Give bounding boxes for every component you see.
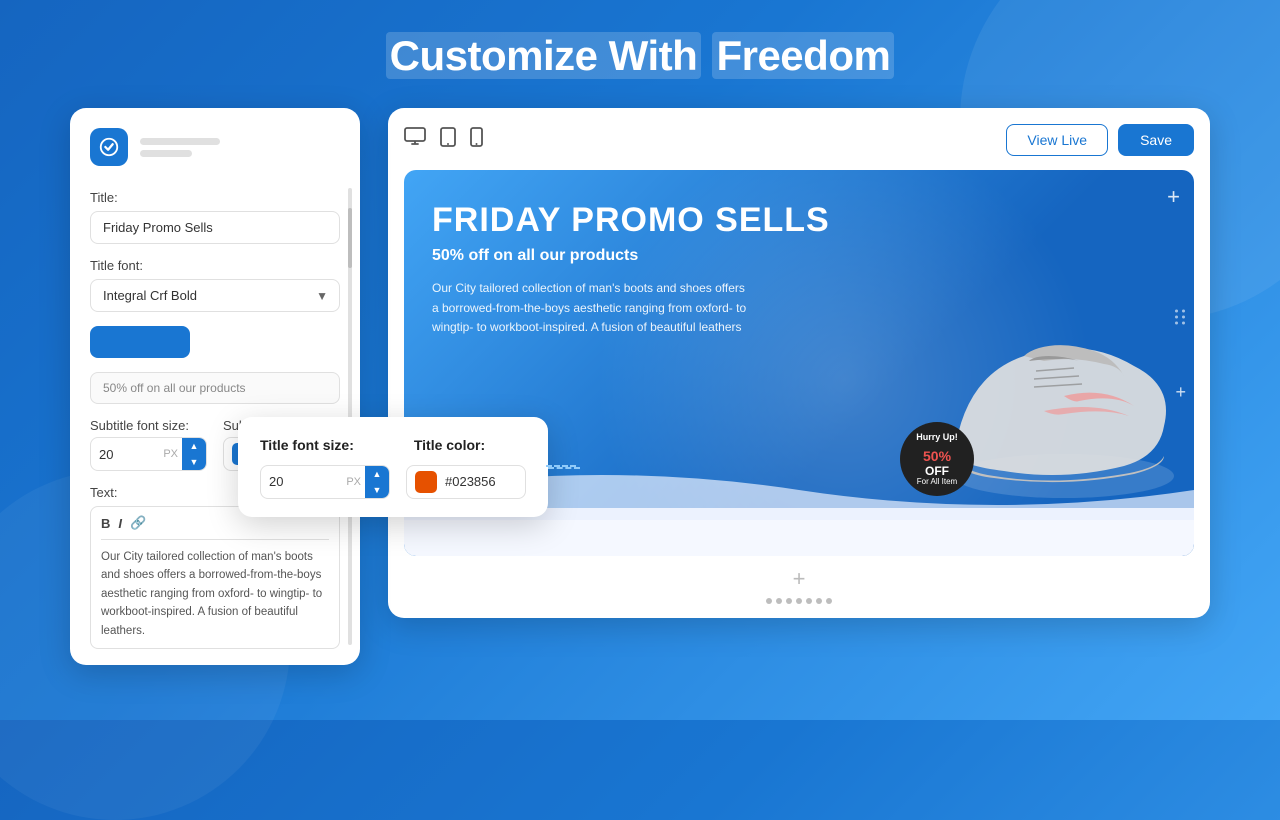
stepper-buttons[interactable]: ▲ ▼	[365, 466, 389, 498]
plus-mid-right-icon[interactable]: +	[1175, 382, 1186, 403]
title-color-hex: #023856	[445, 474, 496, 489]
dot	[1175, 321, 1178, 324]
italic-btn[interactable]: I	[118, 515, 122, 531]
subtitle-decrement-btn[interactable]: ▼	[182, 454, 206, 470]
subtitle-font-size-value: 20	[91, 447, 163, 462]
subtitle-px-unit: PX	[163, 448, 182, 460]
nav-dot	[766, 598, 772, 604]
subtitle-font-size-stepper: 20 PX ▲ ▼	[90, 437, 207, 471]
tablet-icon[interactable]	[440, 127, 456, 153]
header-line-1	[140, 138, 220, 145]
bold-btn[interactable]: B	[101, 515, 110, 531]
banner-content: FRIDAY PROMO SELLS 50% off on all our pr…	[404, 170, 858, 369]
increment-btn[interactable]: ▲	[365, 466, 389, 482]
title-font-select[interactable]: Integral Crf Bold	[90, 279, 340, 312]
nav-dot	[816, 598, 822, 604]
text-content: Our City tailored collection of man's bo…	[101, 548, 329, 640]
panels-row: Title: Title font: Integral Crf Bold ▼ S…	[70, 108, 1210, 665]
add-section-plus-icon: +	[793, 566, 806, 592]
nav-dot	[806, 598, 812, 604]
device-icons	[404, 127, 483, 153]
decrement-btn[interactable]: ▼	[365, 482, 389, 498]
title-color-swatch	[415, 471, 437, 493]
check-icon	[98, 136, 120, 158]
text-editor-box[interactable]: B I 🔗 Our City tailored collection of ma…	[90, 506, 340, 649]
nav-dot	[786, 598, 792, 604]
color-btn-stub	[90, 326, 190, 358]
banner-subtitle: 50% off on all our products	[432, 247, 830, 265]
page-title: Customize With Freedom	[386, 32, 895, 80]
dots-handle	[1175, 309, 1186, 324]
banner-title: FRIDAY PROMO SELLS	[432, 202, 830, 239]
link-btn[interactable]: 🔗	[130, 515, 146, 531]
dot	[1175, 315, 1178, 318]
color-card-label: Title color:	[414, 437, 485, 453]
mobile-icon[interactable]	[470, 127, 483, 153]
save-button[interactable]: Save	[1118, 124, 1194, 156]
toolbar-actions: View Live Save	[1006, 124, 1194, 156]
nav-dot	[826, 598, 832, 604]
floating-card-title-row: Title font size: Title color:	[260, 437, 526, 453]
badge-mid: 50%	[923, 443, 951, 465]
badge-bottom: For All Item	[917, 477, 957, 487]
left-panel: Title: Title font: Integral Crf Bold ▼ S…	[70, 108, 360, 665]
dots-nav	[404, 592, 1194, 604]
title-font-size-value: 20	[261, 474, 346, 489]
title-font-select-wrapper: Integral Crf Bold ▼	[90, 279, 340, 312]
floating-card-controls: 20 PX ▲ ▼ #023856	[260, 465, 526, 499]
add-section-row[interactable]: +	[404, 556, 1194, 592]
dot	[1182, 321, 1185, 324]
view-live-button[interactable]: View Live	[1006, 124, 1108, 156]
subtitle-row	[90, 372, 340, 404]
subtitle-stepper-buttons[interactable]: ▲ ▼	[182, 438, 206, 470]
panel-header	[90, 128, 340, 166]
panel-logo	[90, 128, 128, 166]
right-panel: View Live Save FRIDAY PROMO SELLS 50% of…	[388, 108, 1210, 618]
floating-card: Title font size: Title color: 20 PX ▲ ▼ …	[238, 417, 548, 517]
nav-dot	[776, 598, 782, 604]
desktop-icon[interactable]	[404, 127, 426, 153]
plus-top-right-icon[interactable]: +	[1167, 184, 1180, 210]
title-font-size-stepper: 20 PX ▲ ▼	[260, 465, 390, 499]
px-unit: PX	[346, 476, 365, 488]
badge-top: Hurry Up!	[916, 432, 958, 443]
dot	[1182, 309, 1185, 312]
panel-header-lines	[140, 138, 220, 157]
title-input[interactable]	[90, 211, 340, 244]
promo-badge: Hurry Up! 50% OFF For All Item	[900, 422, 974, 496]
subtitle-font-size-label: Subtitle font size:	[90, 418, 207, 433]
nav-dot	[796, 598, 802, 604]
scrollbar-thumb[interactable]	[348, 208, 352, 268]
dot	[1175, 309, 1178, 312]
right-panel-toolbar: View Live Save	[404, 124, 1194, 156]
subtitle-input[interactable]	[90, 372, 340, 404]
dot	[1182, 315, 1185, 318]
dashed-connector	[548, 467, 580, 469]
text-editor-toolbar: B I 🔗	[101, 515, 329, 540]
subtitle-increment-btn[interactable]: ▲	[182, 438, 206, 454]
title-label: Title:	[90, 190, 340, 205]
title-color-input[interactable]: #023856	[406, 465, 526, 499]
subtitle-font-size-group: Subtitle font size: 20 PX ▲ ▼	[90, 418, 207, 471]
header-line-2	[140, 150, 192, 157]
banner-description: Our City tailored collection of man's bo…	[432, 279, 752, 337]
title-font-label: Title font:	[90, 258, 340, 273]
font-size-card-label: Title font size:	[260, 437, 354, 453]
